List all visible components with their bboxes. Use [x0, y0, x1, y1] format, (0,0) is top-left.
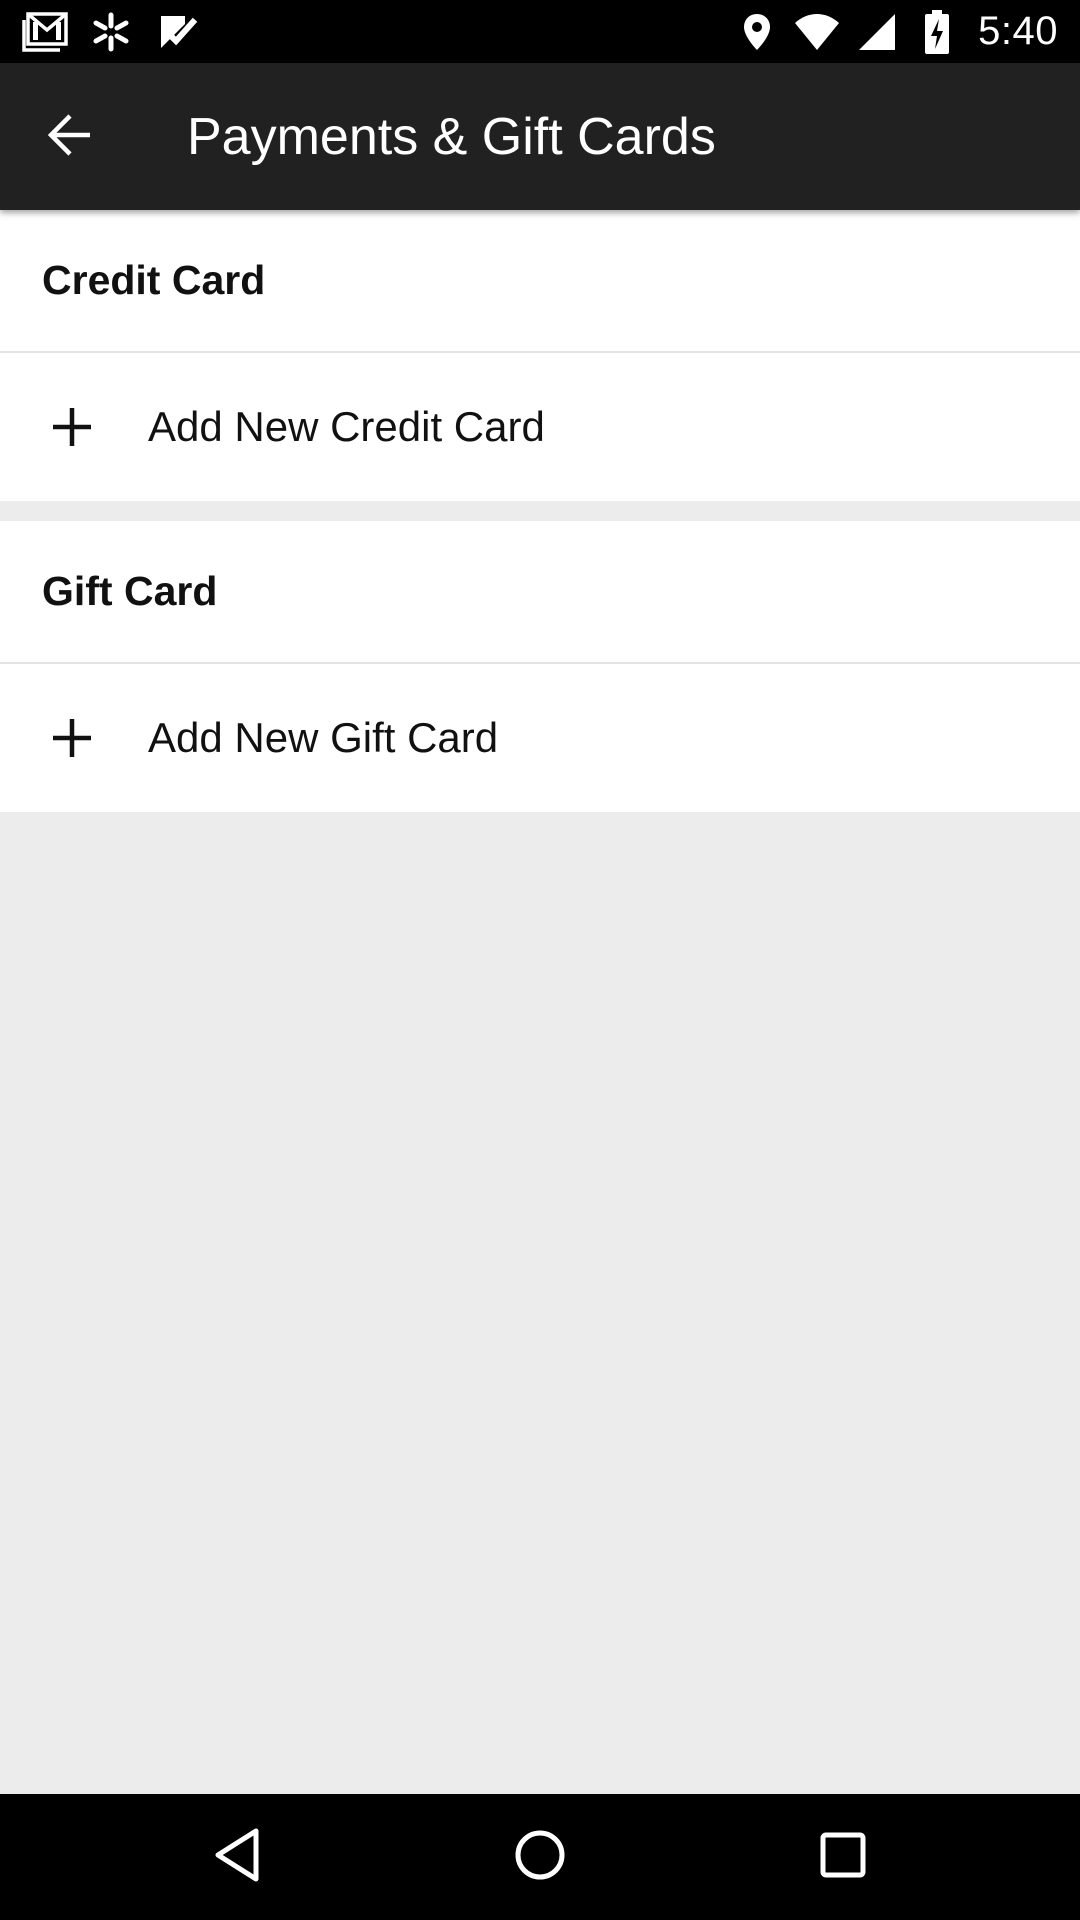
nav-back-button[interactable] [197, 1817, 277, 1897]
plus-icon [50, 405, 94, 449]
nav-recents-button[interactable] [803, 1817, 883, 1897]
back-button[interactable] [34, 101, 106, 173]
system-icons: 5:40 [734, 8, 1058, 55]
payments-screen: 5:40 Payments & Gift Cards Credit Card A… [0, 0, 1080, 1920]
wifi-icon [794, 10, 840, 53]
nav-home-button[interactable] [500, 1817, 580, 1897]
add-credit-card-button[interactable]: Add New Credit Card [0, 353, 1080, 501]
arrow-back-icon [46, 111, 94, 164]
credit-card-header: Credit Card [0, 210, 1080, 353]
nav-back-icon [212, 1827, 262, 1888]
page-title: Payments & Gift Cards [187, 108, 716, 166]
notification-icons [22, 10, 200, 53]
gift-card-header: Gift Card [0, 521, 1080, 664]
section-title: Credit Card [42, 257, 266, 303]
plus-icon [50, 716, 94, 760]
location-icon [734, 10, 780, 53]
add-gift-card-label: Add New Gift Card [148, 714, 499, 761]
app-bar: Payments & Gift Cards [0, 63, 1080, 210]
walmart-spark-icon [88, 10, 134, 53]
system-nav-bar [0, 1794, 1080, 1920]
gift-card-section: Gift Card Add New Gift Card [0, 521, 1080, 812]
task-check-icon [154, 10, 200, 53]
add-gift-card-button[interactable]: Add New Gift Card [0, 664, 1080, 812]
cell-signal-icon [854, 10, 900, 53]
nav-home-icon [514, 1829, 566, 1886]
section-title: Gift Card [42, 568, 218, 614]
status-time: 5:40 [978, 9, 1058, 53]
add-credit-card-label: Add New Credit Card [148, 403, 545, 450]
nav-recents-icon [819, 1831, 867, 1884]
status-bar: 5:40 [0, 0, 1080, 63]
battery-charging-icon [914, 9, 960, 54]
gmail-icon [22, 10, 68, 53]
credit-card-section: Credit Card Add New Credit Card [0, 210, 1080, 501]
